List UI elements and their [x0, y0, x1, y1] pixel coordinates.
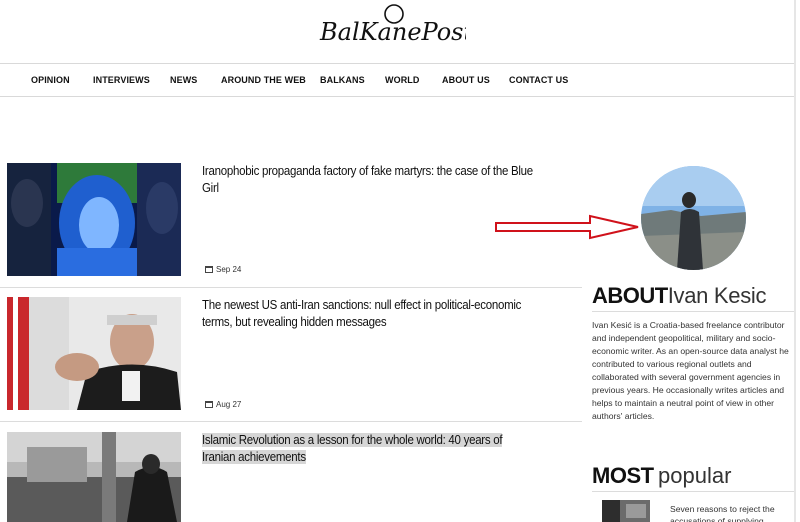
sidebar-divider — [592, 311, 794, 312]
nav-about-us[interactable]: ABOUT US — [442, 64, 490, 96]
popular-item-title[interactable]: Seven reasons to reject the accusations … — [670, 503, 790, 522]
nav-opinion[interactable]: OPINION — [31, 64, 70, 96]
nav-interviews[interactable]: INTERVIEWS — [93, 64, 150, 96]
about-heading-bold: ABOUT — [592, 283, 668, 308]
author-avatar — [641, 166, 746, 270]
site-logo[interactable]: BalKanePost — [316, 2, 473, 48]
article-thumbnail[interactable] — [7, 163, 181, 276]
article-divider — [0, 287, 582, 288]
main-nav: OPINION INTERVIEWS NEWS AROUND THE WEB B… — [0, 63, 796, 97]
nav-news[interactable]: NEWS — [170, 64, 197, 96]
calendar-icon — [205, 266, 213, 273]
popular-image — [602, 500, 650, 522]
article-thumbnail[interactable] — [7, 432, 181, 522]
article-title[interactable]: Iranophobic propaganda factory of fake m… — [202, 163, 533, 197]
popular-heading-light: popular — [658, 463, 732, 488]
article-date: Aug 27 — [205, 400, 241, 409]
calendar-icon — [205, 401, 213, 408]
about-heading-name: Ivan Kesic — [667, 283, 767, 308]
article-date: Sep 24 — [205, 265, 241, 274]
logo-graphic: BalKanePost — [319, 4, 473, 46]
date-text: Aug 27 — [216, 400, 242, 409]
zarif-image — [7, 297, 181, 410]
logo-text: BalKanePost — [319, 18, 466, 46]
article-divider — [0, 421, 582, 422]
revolution-image — [7, 432, 181, 522]
blue-girl-image — [7, 163, 181, 276]
red-arrow-icon — [495, 214, 639, 240]
nav-world[interactable]: WORLD — [385, 64, 420, 96]
article-thumbnail[interactable] — [7, 297, 181, 410]
popular-thumbnail[interactable] — [602, 500, 650, 522]
article-title-text: Islamic Revolution as a lesson for the w… — [202, 433, 503, 464]
nav-contact-us[interactable]: CONTACT US — [509, 64, 568, 96]
article-title[interactable]: Islamic Revolution as a lesson for the w… — [202, 432, 533, 466]
date-text: Sep 24 — [216, 265, 242, 274]
sidebar-divider — [592, 491, 794, 492]
popular-heading: MOST popular — [592, 463, 731, 489]
article-title[interactable]: The newest US anti-Iran sanctions: null … — [202, 297, 533, 331]
avatar-image — [641, 166, 746, 270]
about-heading: ABOUTIvan Kesic — [592, 283, 767, 309]
nav-balkans[interactable]: BALKANS — [320, 64, 365, 96]
about-text: Ivan Kesić is a Croatia-based freelance … — [592, 320, 789, 421]
page-edge — [794, 0, 796, 522]
nav-around-the-web[interactable]: AROUND THE WEB — [221, 64, 306, 96]
popular-heading-bold: MOST — [592, 463, 654, 488]
